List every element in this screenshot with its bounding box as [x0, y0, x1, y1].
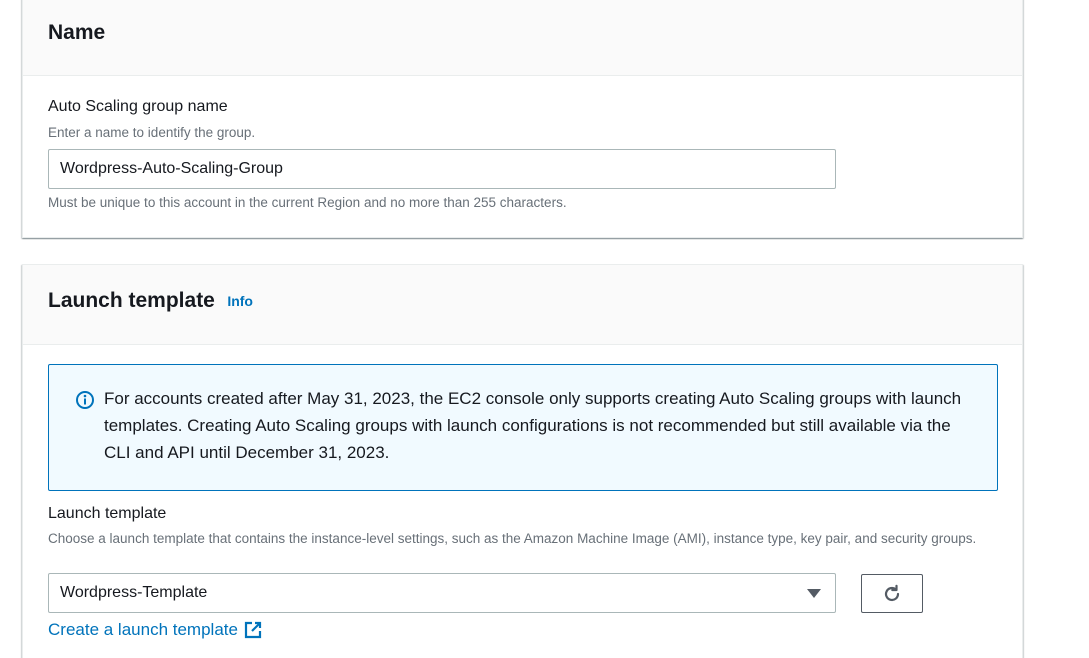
asg-name-label: Auto Scaling group name	[48, 98, 228, 115]
create-launch-template-link[interactable]: Create a launch template	[48, 620, 262, 640]
launch-template-select[interactable]: Wordpress-Template	[48, 573, 836, 613]
asg-name-description: Enter a name to identify the group.	[48, 125, 256, 140]
name-panel-title: Name	[48, 21, 106, 44]
launch-template-selected-value: Wordpress-Template	[60, 584, 208, 601]
name-panel-header: Name	[23, 0, 1022, 76]
launch-template-panel-title: Launch template	[48, 289, 215, 312]
name-panel: Name Auto Scaling group name Enter a nam…	[22, 0, 1023, 238]
info-link[interactable]: Info	[227, 293, 253, 309]
refresh-icon	[884, 584, 900, 602]
alert-text: For accounts created after May 31, 2023,…	[104, 389, 962, 462]
asg-name-input[interactable]: Wordpress-Auto-Scaling-Group	[48, 149, 836, 189]
info-alert: For accounts created after May 31, 2023,…	[48, 364, 998, 491]
launch-template-label: Launch template	[48, 505, 167, 522]
create-launch-template-link-label: Create a launch template	[48, 620, 238, 639]
launch-template-description: Choose a launch template that contains t…	[48, 531, 977, 546]
asg-name-constraint: Must be unique to this account in the cu…	[48, 195, 567, 210]
caret-down-icon	[807, 589, 821, 598]
launch-template-panel-header: Launch template Info	[23, 265, 1022, 345]
info-circle-icon	[75, 390, 95, 410]
page: Name Auto Scaling group name Enter a nam…	[0, 0, 1089, 658]
launch-template-panel: Launch template Info For accounts create…	[22, 264, 1023, 658]
external-link-icon	[244, 621, 262, 639]
refresh-button[interactable]	[861, 574, 923, 613]
